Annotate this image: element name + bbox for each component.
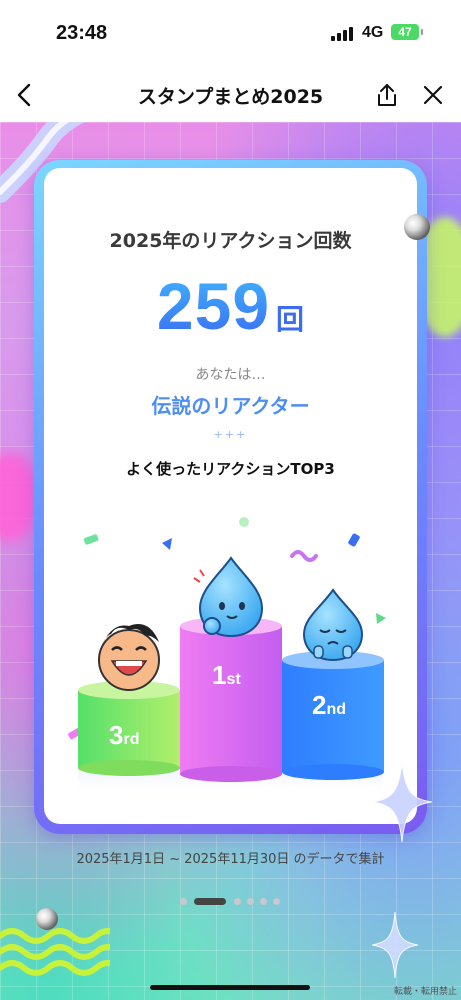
home-indicator[interactable] [150,985,310,990]
page-dot[interactable] [247,898,254,905]
confetti [83,534,99,545]
green-squiggle-decoration [0,928,110,976]
confetti [239,517,249,527]
page-dot[interactable] [273,898,280,905]
water-drop-thinking-sticker [193,556,264,638]
status-bar: 23:48 4G 47 [0,0,461,68]
page-dot[interactable] [260,898,267,905]
network-type: 4G [362,24,384,41]
share-icon[interactable] [372,80,402,110]
page-dot[interactable] [180,898,187,905]
top3-heading: よく使ったリアクションTOP3 [126,460,335,478]
battery-icon: 47 [391,24,423,40]
confetti [162,538,172,550]
podium-2nd: 2nd [282,651,384,780]
reaction-count: 259 [156,269,271,343]
podium-3rd: 3rd [78,681,180,776]
copy-prohibited-note: 転載・転用禁止 [394,987,458,997]
close-icon[interactable] [418,80,448,110]
reaction-card: 2025年のリアクション回数 259 回 あなたは… 伝説のリアクター +++ よ… [44,168,417,824]
page-dot[interactable] [234,898,241,905]
status-time: 23:48 [56,22,108,44]
reactor-title: 伝説のリアクター [151,394,310,418]
date-range-note: 2025年1月1日 ~ 2025年11月30日 のデータで集計 [76,852,385,867]
sparkle-star-decoration [372,912,418,978]
water-drop-crying-sticker [302,588,364,662]
top3-podium: 3rd 1st 2nd [68,517,386,798]
confetti [376,613,386,624]
reaction-count-unit: 回 [276,303,305,336]
you-are-label: あなたは… [195,367,266,383]
nav-bar: スタンプまとめ2025 [0,68,461,122]
reaction-count-row: 259 回 [44,268,417,344]
sparkle-divider: +++ [213,428,248,441]
confetti [348,533,360,547]
page-dot-active[interactable] [194,898,226,905]
chrome-orb-decoration [404,214,430,240]
confetti [290,550,318,562]
podium-1st: 1st [180,617,282,782]
laughing-face-sticker [98,624,160,691]
summary-slide[interactable]: 2025年のリアクション回数 259 回 あなたは… 伝説のリアクター +++ よ… [0,122,461,1000]
signal-icon [331,27,353,41]
card-heading: 2025年のリアクション回数 [109,230,352,252]
sparkle-star-decoration [372,762,432,842]
